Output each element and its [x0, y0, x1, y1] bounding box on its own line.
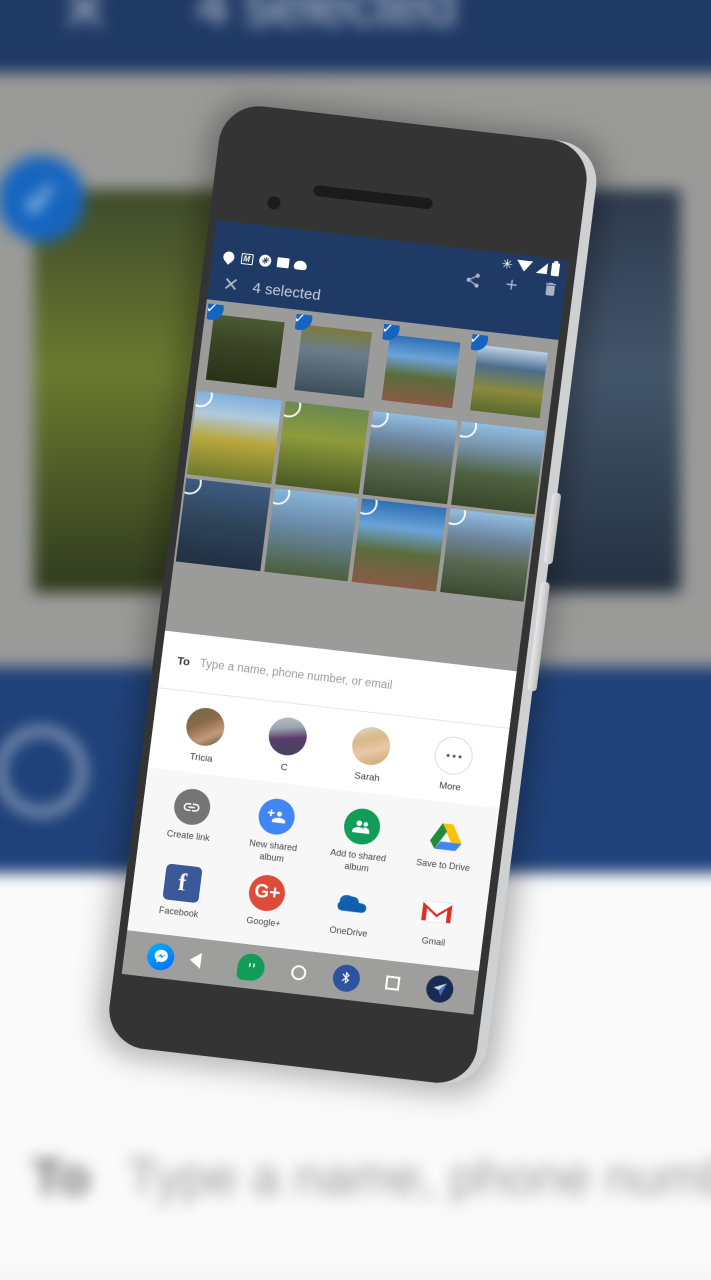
background-to-label: To — [31, 1149, 91, 1207]
wifi-icon — [515, 259, 534, 273]
status-bar-icons: ✳ — [500, 255, 561, 277]
photo-thumbnail[interactable]: ✓ — [374, 323, 468, 417]
share-target-onedrive[interactable]: OneDrive — [304, 876, 397, 951]
screenshot-root: ✕ 4 selected ✓ To Type a name, phone num… — [0, 0, 711, 1280]
add-to-shared-album-icon — [341, 806, 382, 847]
more-dots-icon — [432, 734, 476, 777]
contact-name: C — [279, 762, 289, 774]
gmail-icon — [417, 893, 457, 933]
photo-thumbnail[interactable] — [351, 498, 447, 592]
recipient-input-placeholder[interactable]: Type a name, phone number, or email — [199, 658, 393, 692]
contact-item[interactable]: Tricia — [159, 703, 249, 768]
messenger-icon[interactable] — [145, 941, 177, 972]
photo-thumbnail[interactable] — [450, 421, 546, 515]
photo-thumbnail[interactable] — [263, 488, 359, 582]
hangouts-icon[interactable] — [236, 951, 267, 982]
home-icon[interactable] — [290, 963, 308, 981]
background-to-placeholder: Type a name, phone number, or email — [127, 1149, 711, 1207]
new-shared-album-icon — [256, 797, 297, 837]
selection-count-label: 4 selected — [251, 279, 322, 304]
photo-thumbnail[interactable] — [362, 411, 458, 505]
share-target-label: Facebook — [158, 904, 199, 920]
front-camera — [266, 195, 282, 211]
contact-name: More — [438, 780, 462, 794]
bluetooth-icon[interactable] — [330, 962, 362, 993]
share-target-google-plus[interactable]: G+ Google+ — [219, 866, 312, 941]
photo-thumbnail[interactable]: ✓ — [198, 303, 292, 396]
contact-item[interactable]: Sarah — [325, 723, 415, 788]
avatar — [183, 706, 227, 749]
avatar — [266, 715, 310, 758]
share-target-new-shared-album[interactable]: New shared album — [228, 790, 323, 876]
contact-item[interactable]: C — [242, 713, 332, 778]
back-icon[interactable] — [200, 953, 213, 970]
earpiece-speaker — [312, 184, 434, 210]
gmail-icon: M — [240, 251, 255, 265]
contact-name: Sarah — [353, 770, 381, 785]
background-divider — [0, 1272, 711, 1276]
share-target-label: Gmail — [421, 934, 446, 948]
share-target-add-to-shared-album[interactable]: Add to shared album — [312, 800, 407, 886]
background-title: 4 selected — [195, 0, 457, 38]
share-target-label: Create link — [166, 828, 211, 844]
close-selection-icon[interactable]: ✕ — [222, 274, 240, 297]
photo-thumbnail[interactable]: ✓ — [462, 333, 556, 427]
location-pin-icon — [221, 248, 237, 265]
share-target-label: OneDrive — [329, 924, 369, 939]
to-label: To — [176, 655, 191, 669]
share-target-facebook[interactable]: f Facebook — [134, 856, 227, 931]
share-sheet: To Type a name, phone number, or email T… — [121, 630, 517, 1015]
share-target-create-link[interactable]: Create link — [143, 780, 238, 866]
photo-thumbnail[interactable] — [439, 508, 535, 602]
share-target-label: Google+ — [245, 914, 282, 929]
onedrive-icon — [332, 883, 372, 923]
slack-icon: ✳ — [257, 253, 272, 268]
share-button[interactable] — [463, 271, 482, 290]
signal-icon — [535, 261, 549, 275]
google-plus-icon: G+ — [247, 872, 288, 913]
bluetooth-icon: ✳ — [500, 255, 514, 273]
add-button[interactable] — [502, 275, 521, 294]
facebook-icon: f — [162, 863, 203, 903]
share-target-label: New shared album — [248, 838, 298, 864]
link-icon — [171, 787, 213, 828]
photo-thumbnail[interactable] — [186, 390, 282, 484]
share-target-label: Save to Drive — [415, 857, 471, 874]
share-target-label: Add to shared album — [329, 847, 387, 874]
share-target-gmail[interactable]: Gmail — [389, 886, 482, 961]
photo-thumbnail[interactable] — [274, 400, 370, 494]
cloud-icon — [293, 258, 308, 272]
photo-thumbnail[interactable] — [175, 478, 271, 572]
battery-icon — [550, 262, 561, 277]
contact-name: Tricia — [189, 751, 214, 766]
share-target-save-to-drive[interactable]: Save to Drive — [397, 810, 492, 896]
photos-icon — [275, 256, 290, 270]
background-close-icon: ✕ — [59, 0, 110, 44]
recents-icon[interactable] — [384, 975, 401, 991]
maps-icon[interactable] — [424, 973, 455, 1004]
google-drive-icon — [427, 817, 467, 857]
avatar — [349, 725, 393, 768]
photo-grid: ✓ ✓ ✓ ✓ — [173, 299, 559, 606]
delete-button[interactable] — [541, 280, 560, 299]
photo-thumbnail[interactable]: ✓ — [286, 313, 380, 407]
more-contacts-item[interactable]: More — [408, 732, 498, 797]
